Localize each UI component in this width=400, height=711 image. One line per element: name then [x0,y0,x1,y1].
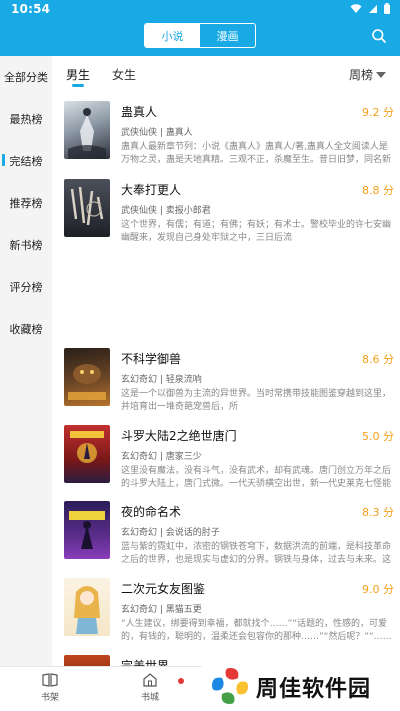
book-title: 夜的命名术 [121,505,182,519]
book-item[interactable]: 不科学御兽 8.6 分 玄幻奇幻 | 轻泉流响 这是一个以御兽为主流的异世界。当… [64,348,394,414]
caret-down-icon [376,71,386,78]
book-cover [64,348,110,406]
battery-icon [384,3,390,14]
notification-dot [178,678,184,684]
sidebar-item-recommended[interactable]: 推荐榜 [0,195,52,211]
book-title: 蛊真人 [121,105,158,119]
book-title: 完美世界 [121,659,170,666]
book-score: 8.6 分 [362,353,394,366]
book-title: 不科学御兽 [121,352,182,366]
sort-dropdown[interactable]: 周榜 [349,66,386,83]
status-icons [350,3,390,14]
watermark: 周佳软件园 [202,661,400,711]
home-icon [143,673,157,687]
book-cover [64,578,110,636]
book-score: 5.0 分 [362,430,394,443]
search-icon[interactable] [371,28,387,44]
bookshelf-icon [42,673,58,687]
sidebar-item-new-books[interactable]: 新书榜 [0,237,52,253]
nav-bookshelf-label: 书架 [40,693,59,703]
book-tags: 玄幻奇幻 | 会说话的肘子 [121,528,220,538]
watermark-text: 周佳软件园 [256,677,372,702]
wifi-icon [350,3,362,13]
book-title: 斗罗大陆2之绝世唐门 [121,429,237,443]
watermark-logo [212,668,248,704]
sidebar-item-favorites[interactable]: 收藏榜 [0,321,52,337]
book-cover [64,655,110,666]
book-tags: 玄幻奇幻 | 黑猫五更 [121,605,202,615]
sidebar-item-rating[interactable]: 评分榜 [0,279,52,295]
book-item[interactable]: 斗罗大陆2之绝世唐门 5.0 分 玄幻奇幻 | 唐家三少 这里没有魔法，没有斗气… [64,425,394,491]
book-item[interactable]: 蛊真人 9.2 分 武侠仙侠 | 蛊真人 蛊真人最新章节列：小说《蛊真人》蛊真人… [64,101,394,167]
content-type-switch: 小说 漫画 [144,23,256,48]
book-score: 9.0 分 [362,583,394,596]
book-description: 这个世界，有儒；有道；有佛；有妖；有术士。警校毕业的许七安幽幽醒来，发现自己身处… [121,220,392,243]
ranking-sidebar: 全部分类 最热榜 完结榜 推荐榜 新书榜 评分榜 收藏榜 [0,56,52,666]
sidebar-item-completed[interactable]: 完结榜 [0,153,52,169]
book-score: 9.2 分 [362,106,394,119]
book-tags: 玄幻奇幻 | 唐家三少 [121,452,202,462]
book-description: 这是一个以御兽为主流的异世界。当时常携带技能图鉴穿越到这里，并培育出一堆奇葩宠兽… [121,389,392,412]
book-score: 8.8 分 [362,184,394,197]
book-item[interactable]: 二次元女友图鉴 9.0 分 玄幻奇幻 | 黑猫五更 “人生建议，绑要得到幸福，都… [64,578,394,644]
book-score: 8.3 分 [362,506,394,519]
signal-icon [369,4,377,13]
sort-label: 周榜 [348,68,373,82]
book-tags: 武侠仙侠 | 蛊真人 [121,128,193,138]
sidebar-item-hottest[interactable]: 最热榜 [0,111,52,127]
tab-comic[interactable]: 漫画 [200,24,255,47]
active-tab-indicator [72,84,84,87]
book-list-panel: 男生 女生 周榜 蛊真人 9.2 分 武侠仙侠 | 蛊真人 蛊真人最新章节列：小… [52,56,400,666]
book-tags: 武侠仙侠 | 卖报小郎君 [121,206,211,216]
book-title: 大奉打更人 [121,183,182,197]
book-description: 蛊真人最新章节列：小说《蛊真人》蛊真人/著,蛊真人全文阅读人是万物之灵，蛊是天地… [121,142,392,165]
tab-male[interactable]: 男生 [66,66,90,83]
nav-bookshelf[interactable]: 书架 [30,673,70,703]
book-cover [64,425,110,483]
sidebar-item-all-categories[interactable]: 全部分类 [0,69,52,85]
book-item[interactable]: 夜的命名术 8.3 分 玄幻奇幻 | 会说话的肘子 蓝与紫的霓虹中，浓密的钢铁苍… [64,501,394,567]
book-description: “人生建议，绑要得到幸福，都就找个……”“话题的，性感的，可爱的，有钱的，聪明的… [121,619,392,642]
book-description: 蓝与紫的霓虹中，浓密的钢铁苍穹下，数据洪流的前端，是科技革命之后的世界，也是现实… [121,542,392,565]
tab-female[interactable]: 女生 [112,66,136,83]
top-bar: 10:54 小说 漫画 [0,0,400,56]
nav-bookstore[interactable]: 书城 [130,673,170,703]
book-tags: 玄幻奇幻 | 轻泉流响 [121,375,202,385]
book-description: 这里没有魔法，没有斗气，没有武术，却有武魂。唐门创立万年之后的斗罗大陆上，唐门式… [121,466,392,489]
status-time: 10:54 [11,2,51,16]
book-title: 二次元女友图鉴 [121,582,206,596]
tab-novel[interactable]: 小说 [145,24,200,47]
book-cover [64,179,110,237]
book-item[interactable]: 大奉打更人 8.8 分 武侠仙侠 | 卖报小郎君 这个世界，有儒；有道；有佛；有… [64,179,394,245]
book-cover [64,501,110,559]
nav-bookstore-label: 书城 [140,693,159,703]
book-cover [64,101,110,159]
